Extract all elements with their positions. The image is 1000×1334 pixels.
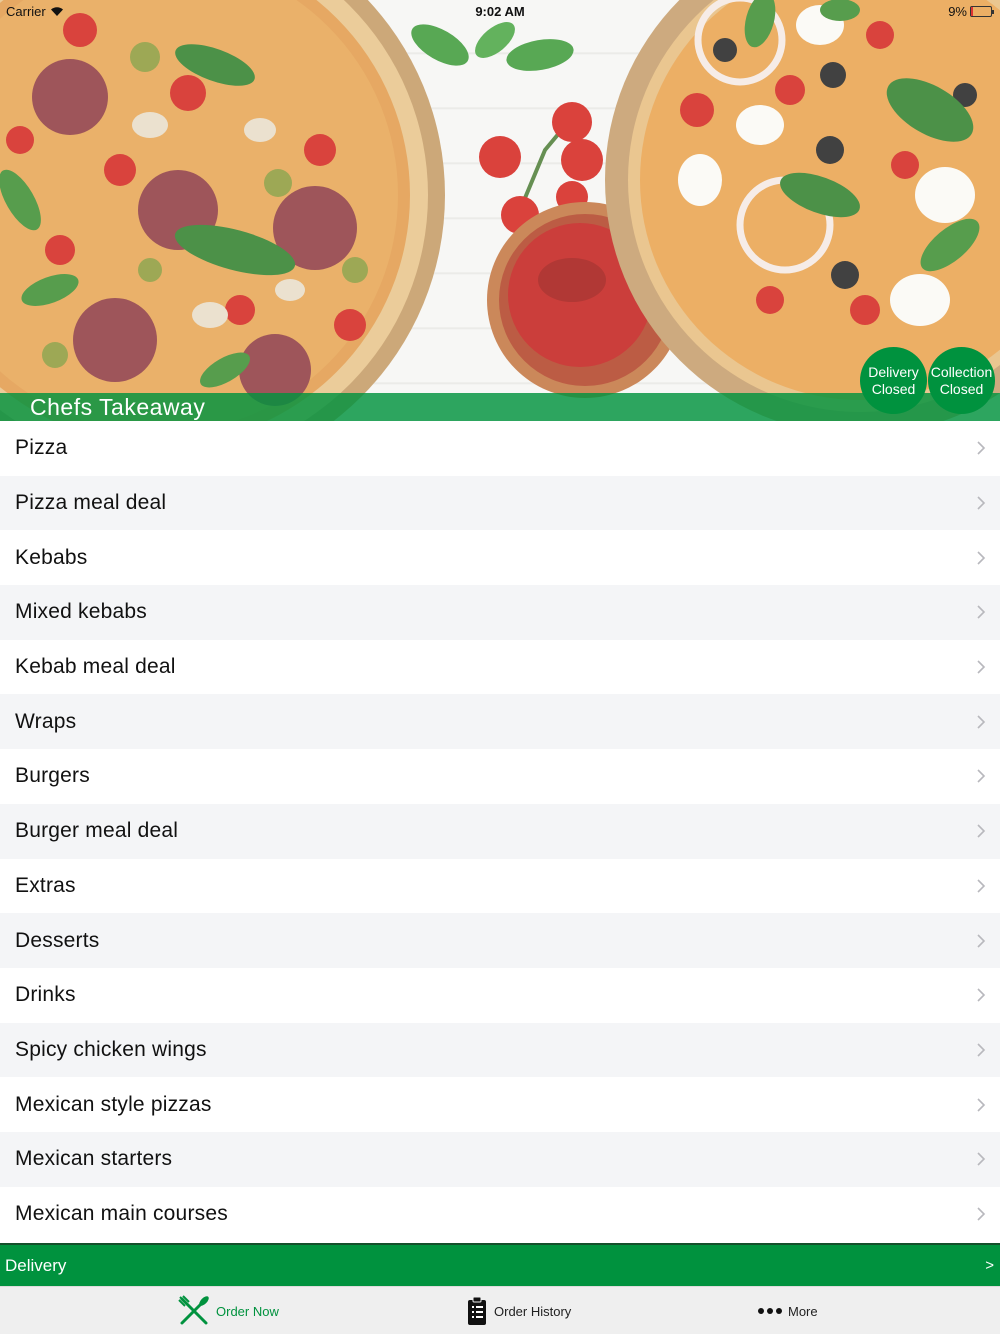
menu-category-label: Mixed kebabs (15, 600, 147, 624)
tab-bar: Order Now Order History More (0, 1286, 1000, 1334)
chevron-right-icon (977, 496, 986, 510)
tab-order-history[interactable]: Order History (466, 1287, 571, 1334)
menu-category-label: Mexican main courses (15, 1201, 228, 1225)
menu-category-label: Burger meal deal (15, 819, 179, 843)
battery-fill (971, 7, 973, 16)
fork-knife-icon (178, 1295, 209, 1325)
chevron-right-icon (977, 988, 986, 1002)
menu-category-label: Kebabs (15, 545, 88, 569)
menu-category-row[interactable]: Burger meal deal (0, 803, 1000, 859)
delivery-mode-label: Delivery (5, 1255, 67, 1275)
collection-status-badge: Collection Closed (928, 347, 995, 414)
chevron-right-icon (977, 715, 986, 729)
menu-category-row[interactable]: Drinks (0, 967, 1000, 1023)
menu-category-label: Pizza meal deal (15, 491, 167, 515)
chevron-right-icon (977, 660, 986, 674)
chevron-right-icon (977, 551, 986, 565)
chevron-right-icon (977, 824, 986, 838)
chevron-right-icon (977, 933, 986, 948)
menu-category-list: Pizza Pizza meal deal Kebabs Mixed kebabs Ke… (0, 421, 1000, 1242)
hero-banner: Carrier 9:02 AM 9% Chefs Takeaway Delive… (0, 0, 1000, 421)
menu-category-label: Kebab meal deal (15, 655, 176, 679)
chevron-right-icon (977, 1207, 986, 1221)
clipboard-list-icon (468, 1296, 486, 1325)
tab-more-label: More (788, 1303, 818, 1319)
menu-category-label: Mexican starters (15, 1147, 173, 1171)
menu-category-label: Drinks (15, 983, 76, 1007)
menu-category-row[interactable]: Desserts (0, 913, 1000, 968)
chevron-right-icon (977, 1098, 986, 1112)
menu-category-row[interactable]: Pizza meal deal (0, 475, 1000, 531)
pizza-hero-image (0, 0, 1000, 421)
delivery-status-line1: Delivery (868, 363, 919, 380)
menu-category-row[interactable]: Mexican style pizzas (0, 1077, 1000, 1132)
chevron-right-icon (977, 441, 986, 455)
delivery-status-badge: Delivery Closed (860, 347, 927, 414)
menu-category-row[interactable]: Mexican main courses (0, 1186, 1000, 1242)
chevron-right-icon (977, 1152, 986, 1166)
tab-order-now-label: Order Now (216, 1303, 279, 1319)
menu-category-label: Spicy chicken wings (15, 1037, 207, 1061)
menu-category-row[interactable]: Kebabs (0, 530, 1000, 586)
clock: 9:02 AM (475, 4, 525, 19)
tab-order-now[interactable]: Order Now (178, 1287, 279, 1334)
chevron-right-icon (977, 879, 986, 893)
menu-category-row[interactable]: Spicy chicken wings (0, 1022, 1000, 1078)
menu-category-label: Burgers (15, 764, 90, 788)
menu-category-row[interactable]: Burgers (0, 749, 1000, 804)
chevron-right-icon (977, 1043, 986, 1057)
menu-category-row[interactable]: Wraps (0, 694, 1000, 750)
delivery-arrow-icon: > (985, 1257, 994, 1274)
delivery-mode-bar[interactable]: Delivery > (0, 1243, 1000, 1286)
restaurant-title-band: Chefs Takeaway (0, 393, 1000, 421)
menu-category-row[interactable]: Extras (0, 858, 1000, 914)
menu-category-row[interactable]: Pizza (0, 421, 1000, 476)
menu-category-row[interactable]: Kebab meal deal (0, 639, 1000, 695)
menu-category-label: Extras (15, 873, 76, 897)
menu-category-label: Pizza (15, 436, 68, 460)
delivery-status-line2: Closed (871, 380, 916, 397)
menu-category-row[interactable]: Mixed kebabs (0, 585, 1000, 640)
collection-status-line1: Collection (930, 363, 993, 380)
menu-category-label: Desserts (15, 928, 100, 952)
tab-more[interactable]: More (758, 1287, 818, 1334)
menu-category-label: Wraps (15, 709, 77, 733)
more-dots-icon (758, 1308, 782, 1314)
restaurant-name: Chefs Takeaway (30, 394, 206, 420)
collection-status-line2: Closed (939, 380, 984, 397)
menu-category-row[interactable]: Mexican starters (0, 1131, 1000, 1187)
tab-order-history-label: Order History (494, 1303, 572, 1319)
chevron-right-icon (977, 769, 986, 784)
battery-icon (970, 6, 994, 17)
battery-indicator: 9% (948, 4, 994, 19)
status-bar: Carrier 9:02 AM 9% (0, 0, 1000, 22)
chevron-right-icon (977, 605, 986, 619)
menu-category-label: Mexican style pizzas (15, 1092, 212, 1116)
battery-percent: 9% (948, 4, 967, 19)
